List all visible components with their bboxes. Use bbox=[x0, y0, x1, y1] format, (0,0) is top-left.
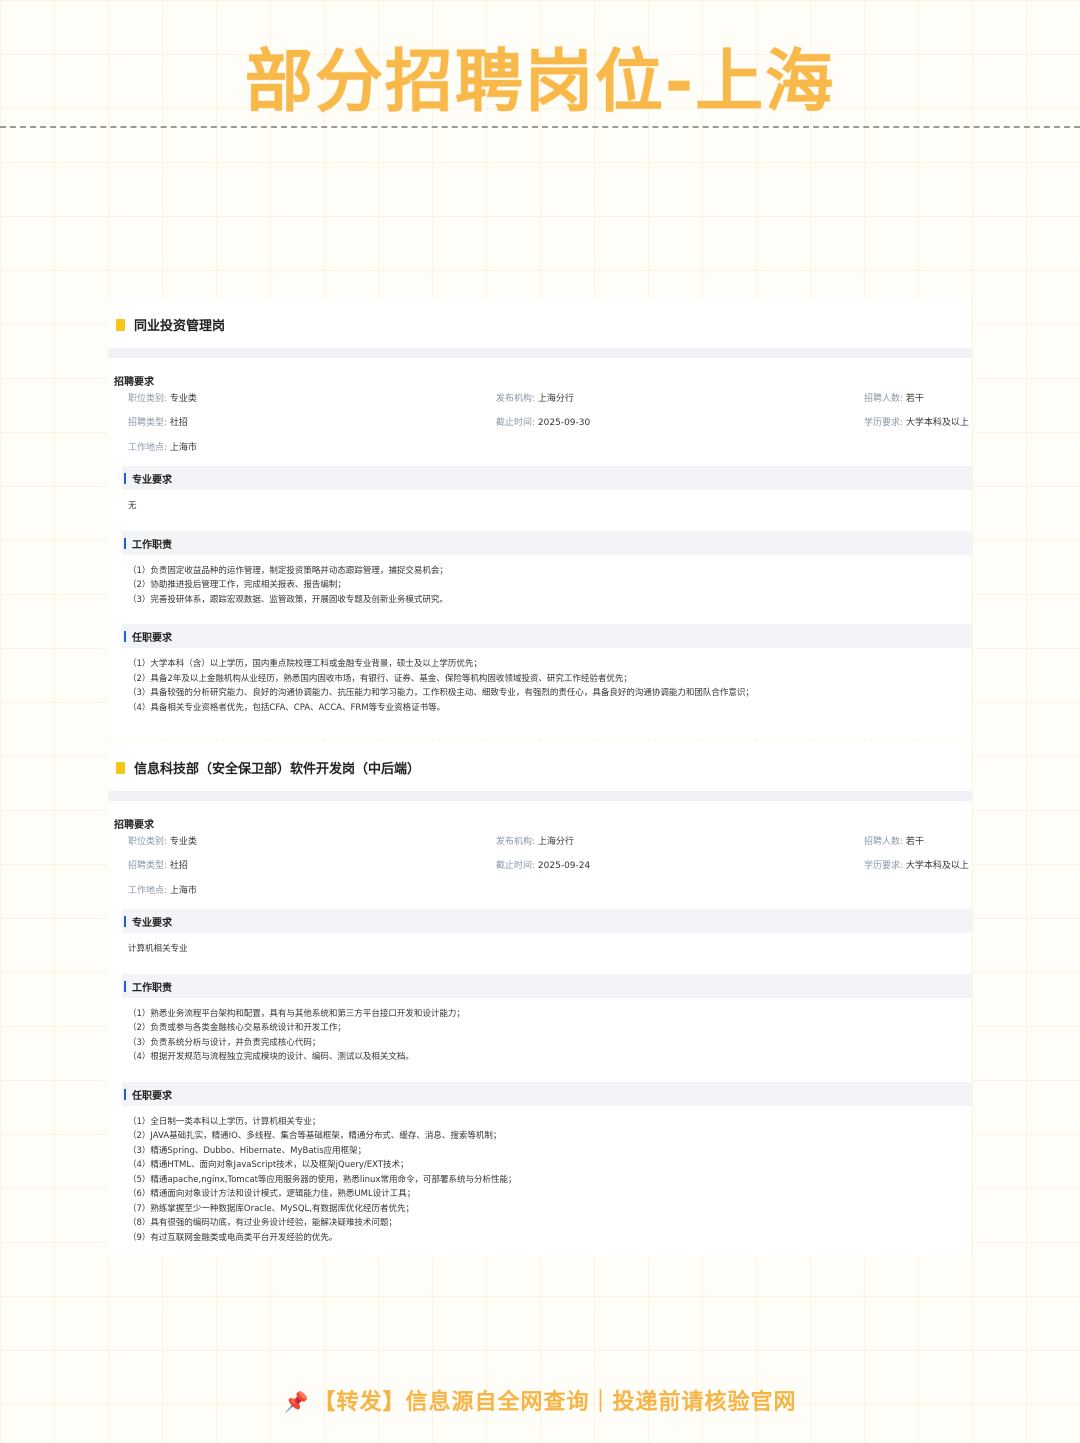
requirements-header: 任职要求 bbox=[122, 1082, 972, 1106]
req-line: （3）具备较强的分析研究能力、良好的沟通协调能力、抗压能力和学习能力，工作积极主… bbox=[128, 688, 754, 698]
info-count: 招聘人数: 若干 bbox=[864, 394, 924, 404]
pushpin-icon: 📌 bbox=[283, 1390, 310, 1414]
info-place: 工作地点: 上海市 bbox=[128, 886, 197, 896]
requirements-header: 任职要求 bbox=[122, 624, 972, 648]
req-line: （2）具备2年及以上金融机构从业经历，熟悉国内固收市场，有银行、证券、基金、保险… bbox=[128, 674, 632, 684]
info-education: 学历要求: 大学本科及以上 bbox=[864, 418, 969, 428]
bookmark-icon bbox=[116, 761, 125, 774]
req-line: （5）精通apache,nginx,Tomcat等应用服务器的使用，熟悉linu… bbox=[128, 1175, 517, 1185]
title-divider bbox=[108, 348, 972, 358]
major-line: 无 bbox=[128, 501, 137, 511]
job-title-1: 同业投资管理岗 bbox=[116, 315, 225, 334]
footer-text: 【转发】信息源自全网查询｜投递前请核验官网 bbox=[313, 1390, 797, 1415]
req-line: （4）具备相关专业资格者优先，包括CFA、CPA、ACCA、FRM等专业资格证书… bbox=[128, 703, 446, 713]
req-line: （1）大学本科（含）以上学历，国内重点院校理工科或金融专业背景，硕士及以上学历优… bbox=[128, 659, 482, 669]
duty-line: （1）负责固定收益品种的运作管理，制定投资策略并动态跟踪管理，捕捉交易机会； bbox=[128, 566, 448, 576]
duty-line: （1）熟悉业务流程平台架构和配置，具有与其他系统和第三方平台接口开发和设计能力； bbox=[128, 1009, 465, 1019]
job-title-text: 信息科技部（安全保卫部）软件开发岗（中后端） bbox=[134, 762, 421, 777]
req-line: （2）JAVA基础扎实，精通IO、多线程、集合等基础框架，精通分布式、缓存、消息… bbox=[128, 1131, 502, 1141]
info-type: 招聘类型: 社招 bbox=[128, 861, 188, 871]
recruit-requirements-label: 招聘要求 bbox=[114, 820, 154, 831]
info-org: 发布机构: 上海分行 bbox=[496, 837, 574, 847]
info-count: 招聘人数: 若干 bbox=[864, 837, 924, 847]
job-card-1: 同业投资管理岗 招聘要求 职位类别: 专业类 发布机构: 上海分行 招聘人数: … bbox=[108, 298, 972, 738]
dashed-divider bbox=[0, 126, 1080, 128]
info-row-1: 职位类别: 专业类 发布机构: 上海分行 招聘人数: 若干 bbox=[108, 834, 972, 848]
duty-line: （4）根据开发规范与流程独立完成模块的设计、编码、测试以及相关文档。 bbox=[128, 1052, 414, 1062]
job-card-2: 信息科技部（安全保卫部）软件开发岗（中后端） 招聘要求 职位类别: 专业类 发布… bbox=[108, 741, 972, 1257]
info-row-2: 招聘类型: 社招 截止时间: 2025-09-30 学历要求: 大学本科及以上 bbox=[108, 415, 972, 429]
duty-line: （3）负责系统分析与设计，并负责完成核心代码； bbox=[128, 1038, 321, 1048]
info-deadline: 截止时间: 2025-09-24 bbox=[496, 861, 591, 871]
info-deadline: 截止时间: 2025-09-30 bbox=[496, 418, 591, 428]
title-divider bbox=[108, 791, 972, 801]
info-row-2: 招聘类型: 社招 截止时间: 2025-09-24 学历要求: 大学本科及以上 bbox=[108, 858, 972, 872]
info-row-3: 工作地点: 上海市 bbox=[108, 440, 972, 454]
footer-note: 📌 【转发】信息源自全网查询｜投递前请核验官网 bbox=[0, 1384, 1080, 1416]
req-line: （1）全日制一类本科以上学历，计算机相关专业； bbox=[128, 1117, 321, 1127]
req-line: （9）有过互联网金融类或电商类平台开发经验的优先。 bbox=[128, 1233, 338, 1243]
page-title: 部分招聘岗位-上海 bbox=[244, 43, 836, 122]
bookmark-icon bbox=[116, 318, 125, 331]
info-org: 发布机构: 上海分行 bbox=[496, 394, 574, 404]
req-line: （7）熟练掌握至少一种数据库Oracle、MySQL,有数据库优化经历者优先； bbox=[128, 1204, 414, 1214]
info-category: 职位类别: 专业类 bbox=[128, 837, 197, 847]
major-requirements-header: 专业要求 bbox=[122, 466, 972, 490]
job-title-2: 信息科技部（安全保卫部）软件开发岗（中后端） bbox=[116, 758, 420, 777]
info-row-3: 工作地点: 上海市 bbox=[108, 883, 972, 897]
recruit-requirements-label: 招聘要求 bbox=[114, 377, 154, 388]
duty-line: （2）负责或参与各类金融核心交易系统设计和开发工作； bbox=[128, 1023, 346, 1033]
major-requirements-header: 专业要求 bbox=[122, 909, 972, 933]
duty-line: （2）协助推进投后管理工作，完成相关报表、报告编制； bbox=[128, 580, 346, 590]
info-category: 职位类别: 专业类 bbox=[128, 394, 197, 404]
duty-header: 工作职责 bbox=[122, 531, 972, 555]
major-line: 计算机相关专业 bbox=[128, 944, 188, 954]
req-line: （3）精通Spring、Dubbo、Hibernate、MyBatis应用框架； bbox=[128, 1146, 367, 1156]
info-place: 工作地点: 上海市 bbox=[128, 443, 197, 453]
info-row-1: 职位类别: 专业类 发布机构: 上海分行 招聘人数: 若干 bbox=[108, 391, 972, 405]
req-line: （8）具有很强的编码功底，有过业务设计经验，能解决疑难技术问题； bbox=[128, 1218, 397, 1228]
req-line: （4）精通HTML、面向对象JavaScript技术，以及框架jQuery/EX… bbox=[128, 1160, 409, 1170]
req-line: （6）精通面向对象设计方法和设计模式，逻辑能力佳，熟悉UML设计工具； bbox=[128, 1189, 416, 1199]
info-education: 学历要求: 大学本科及以上 bbox=[864, 861, 969, 871]
job-title-text: 同业投资管理岗 bbox=[134, 319, 226, 334]
duty-header: 工作职责 bbox=[122, 974, 972, 998]
info-type: 招聘类型: 社招 bbox=[128, 418, 188, 428]
duty-line: （3）完善投研体系，跟踪宏观数据、监管政策，开展固收专题及创新业务模式研究。 bbox=[128, 595, 448, 605]
